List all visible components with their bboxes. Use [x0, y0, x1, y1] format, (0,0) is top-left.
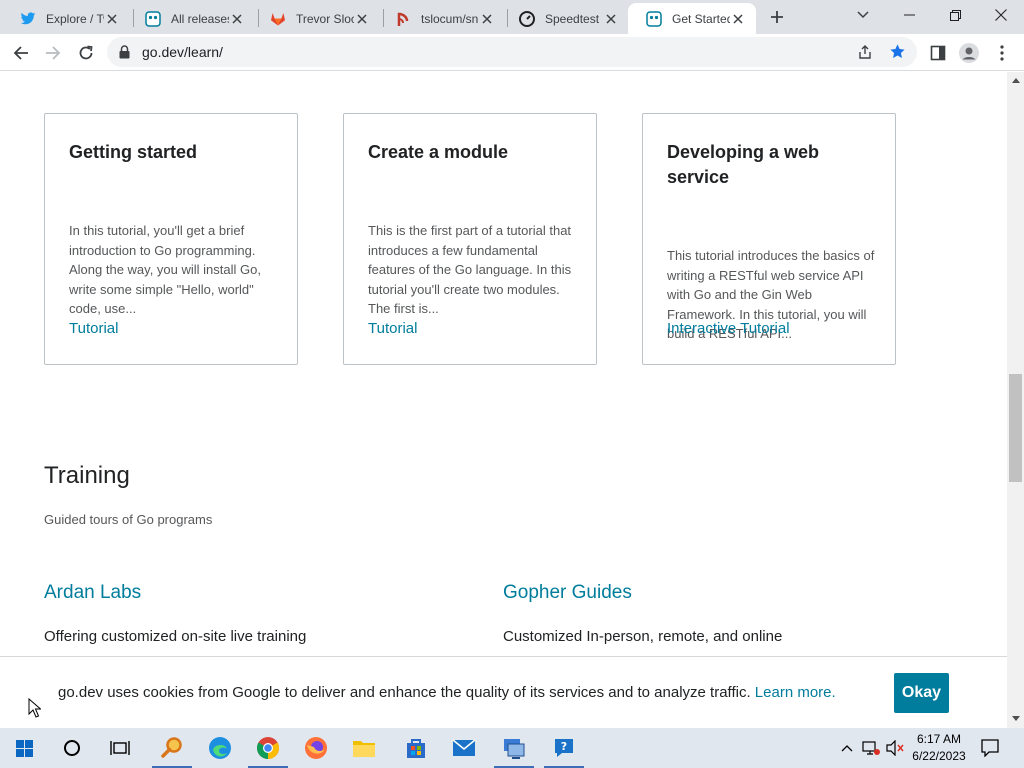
- side-panel-button[interactable]: [925, 40, 951, 66]
- tab-title: Get Started: [672, 11, 730, 26]
- microsoft-store-icon[interactable]: [392, 728, 440, 768]
- close-window-button[interactable]: [978, 0, 1024, 30]
- card-link[interactable]: Interactive Tutorial: [667, 320, 790, 337]
- card-title[interactable]: Getting started: [69, 140, 279, 165]
- back-button[interactable]: [8, 40, 34, 66]
- page-scrollbar[interactable]: [1007, 72, 1024, 728]
- close-icon[interactable]: [354, 11, 370, 27]
- close-icon[interactable]: [730, 11, 746, 27]
- clock-date: 6/22/2023: [912, 749, 966, 763]
- show-hidden-icons-chevron-icon[interactable]: [838, 740, 856, 756]
- profile-avatar-icon[interactable]: [956, 40, 982, 66]
- go-gopher-icon: [145, 10, 161, 27]
- browser-toolbar: go.dev/learn/: [0, 34, 1024, 71]
- restore-button[interactable]: [932, 0, 978, 30]
- scroll-down-arrow-icon[interactable]: [1010, 713, 1021, 724]
- cookie-banner: go.dev uses cookies from Google to deliv…: [0, 656, 1007, 728]
- card-description: This is the first part of a tutorial tha…: [368, 223, 572, 317]
- svg-text:?: ?: [561, 740, 567, 753]
- close-icon[interactable]: [479, 11, 495, 27]
- card-title[interactable]: Developing a web service: [667, 140, 877, 190]
- tab-title: Explore / Twitter: [46, 11, 104, 26]
- url-text[interactable]: go.dev/learn/: [142, 44, 223, 60]
- tab-get-started[interactable]: Get Started: [628, 3, 756, 34]
- tab-title: tslocum/sn: [421, 11, 479, 26]
- notification-center-icon[interactable]: [978, 736, 1002, 760]
- kebab-menu-icon[interactable]: [989, 40, 1015, 66]
- remote-desktop-icon[interactable]: [490, 728, 538, 768]
- minimize-button[interactable]: [886, 0, 932, 30]
- card-link[interactable]: Tutorial: [69, 320, 118, 337]
- mouse-cursor-icon: [28, 697, 42, 723]
- card-title[interactable]: Create a module: [368, 140, 578, 165]
- gopher-guides-link[interactable]: Gopher Guides: [503, 582, 632, 604]
- windows-taskbar: ? 6:17 AM 6/22/2023: [0, 728, 1024, 768]
- new-tab-button[interactable]: [766, 6, 788, 28]
- tab-twitter[interactable]: Explore / Twitter: [2, 3, 130, 34]
- system-clock[interactable]: 6:17 AM 6/22/2023: [905, 731, 973, 765]
- edge-browser-icon[interactable]: [196, 728, 244, 768]
- file-explorer-icon[interactable]: [340, 728, 388, 768]
- tab-title: Trevor Slocum: [296, 11, 354, 26]
- feed-icon: [395, 11, 411, 27]
- share-icon[interactable]: [857, 44, 873, 65]
- bookmark-star-icon[interactable]: [889, 43, 906, 65]
- help-chat-icon[interactable]: ?: [540, 728, 588, 768]
- tab-all-releases[interactable]: All releases: [127, 3, 255, 34]
- task-view-icon[interactable]: [96, 728, 144, 768]
- tab-speedtest[interactable]: Speedtest by Ookla: [501, 3, 629, 34]
- cortana-search-icon[interactable]: [48, 728, 96, 768]
- clock-time: 6:17 AM: [916, 732, 962, 746]
- scroll-up-arrow-icon[interactable]: [1010, 75, 1021, 86]
- cookie-message: go.dev uses cookies from Google to deliv…: [58, 684, 836, 701]
- tab-strip: Explore / Twitter All releases Trevor Sl…: [0, 0, 1024, 34]
- card-link[interactable]: Tutorial: [368, 320, 417, 337]
- reload-button[interactable]: [73, 40, 99, 66]
- tab-tslocum[interactable]: tslocum/sn: [377, 3, 505, 34]
- forward-button[interactable]: [40, 40, 66, 66]
- speedtest-icon: [519, 10, 535, 27]
- gitlab-icon: [270, 11, 286, 27]
- okay-button[interactable]: Okay: [894, 673, 949, 713]
- ardan-labs-link[interactable]: Ardan Labs: [44, 582, 141, 604]
- tutorial-card-web-service[interactable]: Developing a web service This tutorial i…: [642, 113, 896, 365]
- twitter-icon: [20, 11, 36, 27]
- close-icon[interactable]: [229, 11, 245, 27]
- scrollbar-thumb[interactable]: [1009, 374, 1022, 482]
- mail-icon[interactable]: [440, 728, 488, 768]
- tutorial-card-getting-started[interactable]: Getting started In this tutorial, you'll…: [44, 113, 298, 365]
- volume-muted-icon[interactable]: [886, 740, 904, 756]
- lock-icon[interactable]: [119, 45, 130, 64]
- chrome-browser-icon[interactable]: [244, 728, 292, 768]
- training-heading: Training: [44, 462, 130, 489]
- windows-start-icon[interactable]: [0, 728, 48, 768]
- firefox-browser-icon[interactable]: [292, 728, 340, 768]
- tab-search-button[interactable]: [840, 0, 886, 30]
- cookie-text: go.dev uses cookies from Google to deliv…: [58, 684, 751, 701]
- go-gopher-icon: [646, 10, 662, 27]
- address-bar[interactable]: go.dev/learn/: [107, 37, 917, 67]
- tab-title: Speedtest by Ookla: [545, 11, 603, 26]
- network-icon[interactable]: [862, 740, 880, 756]
- magnifier-search-icon[interactable]: [148, 728, 196, 768]
- gopher-guides-description: Customized In-person, remote, and online: [503, 628, 783, 645]
- tab-gitlab[interactable]: Trevor Slocum: [252, 3, 380, 34]
- training-subtitle: Guided tours of Go programs: [44, 512, 213, 527]
- tutorial-card-create-module[interactable]: Create a module This is the first part o…: [343, 113, 597, 365]
- page-content: Getting started In this tutorial, you'll…: [0, 72, 1007, 656]
- close-icon[interactable]: [104, 11, 120, 27]
- close-icon[interactable]: [603, 11, 619, 27]
- card-description: In this tutorial, you'll get a brief int…: [69, 223, 261, 317]
- tab-title: All releases: [171, 11, 229, 26]
- learn-more-link[interactable]: Learn more.: [755, 684, 836, 701]
- ardan-labs-description: Offering customized on-site live trainin…: [44, 628, 307, 645]
